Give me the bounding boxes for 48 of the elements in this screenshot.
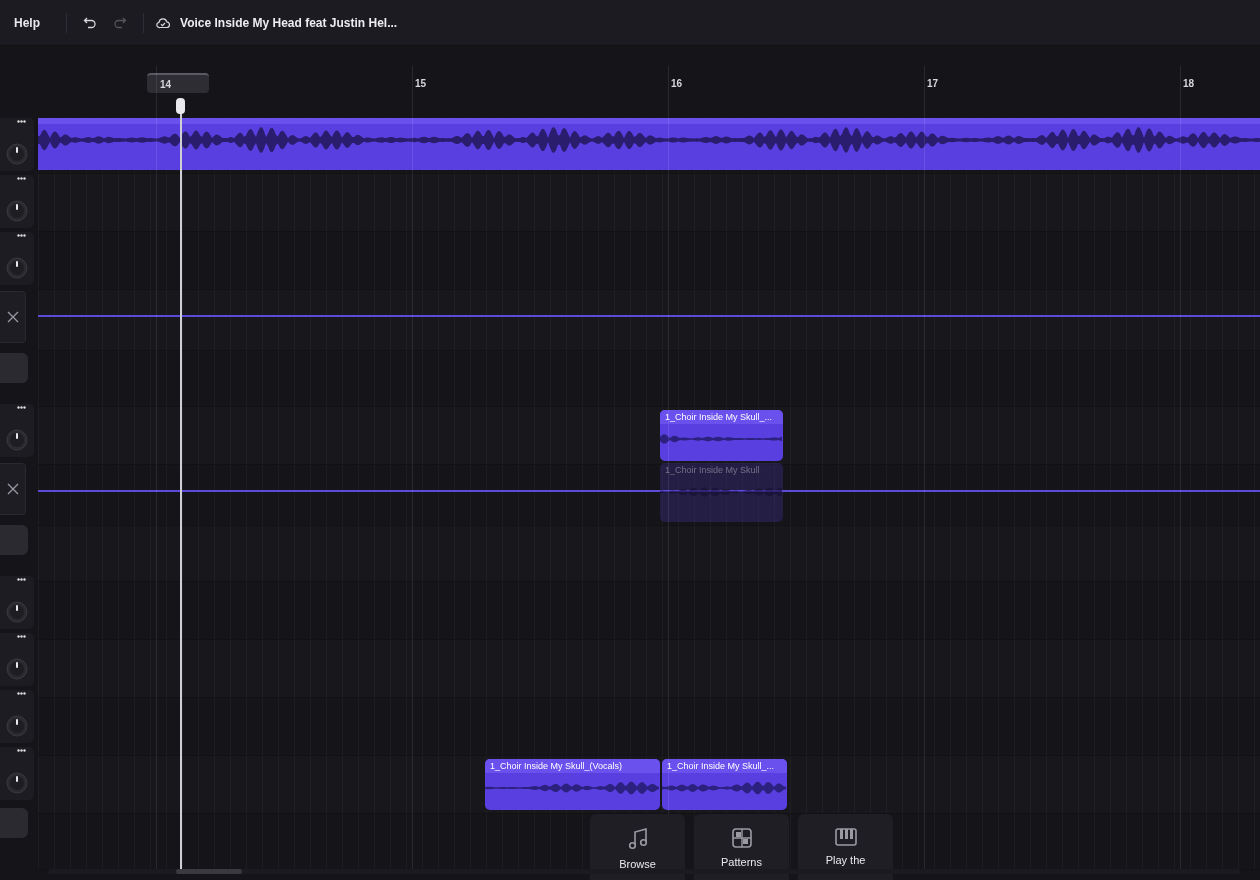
close-icon <box>7 311 19 323</box>
project-title: Voice Inside My Head feat Justin Hel... <box>180 15 398 30</box>
audio-clip[interactable]: 1_Choir Inside My Skull_(Vocals) <box>485 759 660 810</box>
volume-knob[interactable] <box>6 715 28 737</box>
bar-number[interactable]: 17 <box>924 78 939 89</box>
piano-icon <box>834 828 857 846</box>
more-icon[interactable] <box>17 692 26 695</box>
volume-knob[interactable] <box>6 772 28 794</box>
more-icon[interactable] <box>17 120 26 123</box>
more-icon[interactable] <box>17 578 26 581</box>
more-icon[interactable] <box>17 406 26 409</box>
more-icon[interactable] <box>17 749 26 752</box>
volume-knob[interactable] <box>6 257 28 279</box>
audio-clip[interactable]: 1_Choir Inside My Skull_... <box>662 759 787 810</box>
close-icon <box>7 483 19 495</box>
volume-knob[interactable] <box>6 143 28 165</box>
bar-number[interactable]: 16 <box>668 78 683 89</box>
cloud-check-icon <box>156 16 170 29</box>
shortcut-button[interactable]: Browse <box>590 814 685 880</box>
bar-number[interactable]: 18 <box>1180 78 1195 89</box>
audio-clip[interactable] <box>38 118 1260 170</box>
audio-clip[interactable]: 1_Choir Inside My Skull_... <box>660 410 783 461</box>
undo-icon <box>83 15 97 30</box>
redo-icon <box>113 15 127 30</box>
horizontal-scrollbar[interactable] <box>48 869 1240 874</box>
more-icon[interactable] <box>17 635 26 638</box>
playhead-handle[interactable] <box>176 98 185 114</box>
grid-icon <box>731 828 752 848</box>
clip-name: 1_Choir Inside My Skull <box>664 464 761 477</box>
track-button[interactable] <box>0 353 28 383</box>
volume-knob[interactable] <box>6 658 28 680</box>
bar-number[interactable]: 14 <box>147 73 209 93</box>
help-menu[interactable]: Help <box>0 15 54 30</box>
clip-name: 1_Choir Inside My Skull_... <box>660 410 783 424</box>
clip-name: 1_Choir Inside My Skull_(Vocals) <box>485 759 660 773</box>
scrollbar-thumb[interactable] <box>176 869 242 874</box>
track-button[interactable] <box>0 525 28 555</box>
clip-name: 1_Choir Inside My Skull_... <box>662 759 787 773</box>
track-button[interactable] <box>0 808 28 838</box>
volume-knob[interactable] <box>6 200 28 222</box>
volume-knob[interactable] <box>6 601 28 623</box>
bar-number[interactable]: 15 <box>412 78 427 89</box>
more-icon[interactable] <box>17 177 26 180</box>
shortcut-button[interactable]: Play the <box>798 814 893 880</box>
shortcut-button[interactable]: Patterns <box>694 814 789 880</box>
music-note-icon <box>627 828 648 850</box>
volume-knob[interactable] <box>6 429 28 451</box>
more-icon[interactable] <box>17 234 26 237</box>
